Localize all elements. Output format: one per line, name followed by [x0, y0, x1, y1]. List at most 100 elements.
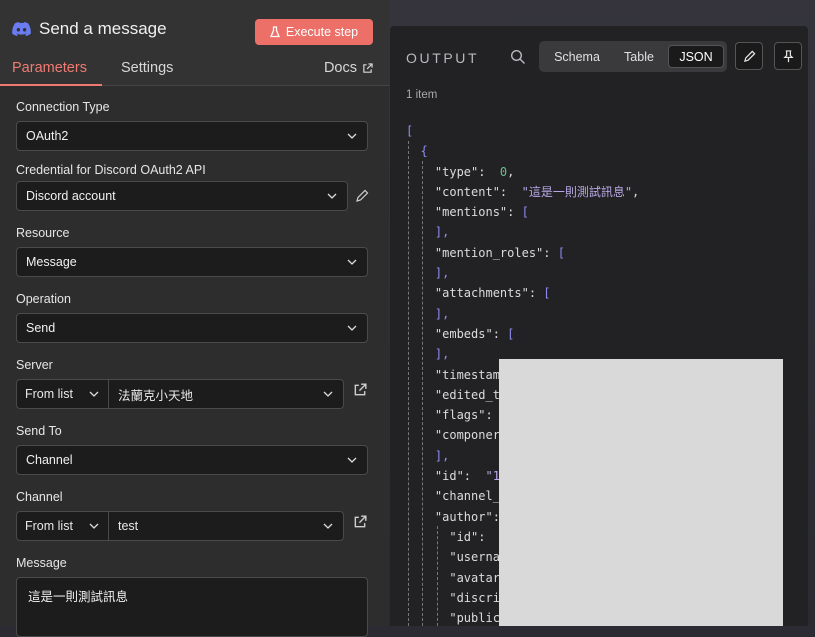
send-to-select[interactable]: Channel	[16, 445, 368, 475]
external-link-icon	[363, 62, 373, 73]
json-line: {	[406, 141, 639, 161]
json-line: "mention_roles": [	[406, 243, 639, 263]
json-line: ],	[406, 222, 639, 242]
chevron-down-icon	[347, 259, 357, 265]
json-key: "avatar	[406, 570, 500, 585]
json-punctuation: ,	[632, 184, 640, 199]
json-key	[406, 225, 435, 239]
channel-label: Channel	[16, 490, 63, 504]
node-title-row: Send a message	[12, 19, 167, 39]
channel-value: test	[118, 519, 139, 533]
pencil-icon	[743, 50, 755, 62]
json-line: "embeds": [	[406, 324, 639, 344]
json-key	[406, 347, 435, 361]
json-key: "discri	[406, 590, 500, 605]
edit-credential-icon[interactable]	[355, 189, 369, 203]
chevron-down-icon	[347, 325, 357, 331]
view-json-button[interactable]: JSON	[668, 45, 724, 68]
message-label: Message	[16, 556, 67, 570]
send-to-label: Send To	[16, 424, 62, 438]
pin-output-button[interactable]	[774, 42, 802, 70]
json-key	[406, 307, 435, 321]
output-view-toggle: Schema Table JSON	[539, 41, 727, 72]
json-line: "mentions": [	[406, 202, 639, 222]
json-key: "author":	[406, 509, 500, 524]
node-parameters-panel: Send a message Execute step Parameters S…	[0, 0, 389, 637]
view-table-button[interactable]: Table	[611, 45, 667, 68]
server-mode-value: From list	[25, 387, 73, 401]
tab-parameters[interactable]: Parameters	[12, 60, 87, 76]
json-key: "channel_	[406, 489, 500, 504]
operation-select[interactable]: Send	[16, 313, 368, 343]
message-textarea[interactable]: 這是一則測試訊息	[16, 577, 368, 637]
open-server-external-icon[interactable]	[353, 383, 367, 397]
chevron-down-icon	[347, 133, 357, 139]
json-punctuation: ,	[507, 164, 515, 179]
json-key: "public	[406, 611, 500, 626]
json-line: ],	[406, 263, 639, 283]
json-value: [	[543, 286, 551, 301]
edit-output-button[interactable]	[735, 42, 763, 70]
channel-value-select[interactable]: test	[109, 512, 343, 540]
chevron-down-icon	[323, 391, 333, 397]
resource-select[interactable]: Message	[16, 247, 368, 277]
json-key: "embeds":	[406, 326, 508, 341]
operation-label: Operation	[16, 292, 71, 306]
open-channel-external-icon[interactable]	[353, 515, 367, 529]
redaction-overlay	[499, 359, 783, 626]
flask-icon	[269, 26, 280, 38]
json-value: "這是一則測試訊息"	[521, 184, 633, 199]
json-key: [	[406, 124, 414, 138]
chevron-down-icon	[323, 523, 333, 529]
json-key	[406, 449, 435, 463]
server-value-select[interactable]: 法蘭克小天地	[109, 380, 343, 408]
output-title: OUTPUT	[406, 50, 480, 66]
node-header: Send a message Execute step Parameters S…	[0, 0, 389, 86]
json-key: "id":	[406, 529, 500, 544]
server-mode-select[interactable]: From list	[17, 380, 109, 408]
json-value: ],	[434, 347, 450, 362]
json-key: "attachments":	[406, 286, 544, 301]
message-value: 這是一則測試訊息	[28, 590, 129, 604]
json-key: "edited_t	[406, 387, 500, 402]
credential-select[interactable]: Discord account	[16, 181, 348, 211]
json-key: "id":	[406, 469, 486, 484]
json-value: ],	[434, 306, 450, 321]
send-to-value: Channel	[26, 453, 73, 467]
docs-label: Docs	[323, 60, 357, 76]
credential-label: Credential for Discord OAuth2 API	[16, 163, 206, 177]
json-key: "mentions":	[406, 205, 522, 220]
json-line: "content": "這是一則測試訊息",	[406, 182, 639, 202]
discord-icon	[12, 22, 31, 36]
node-title: Send a message	[39, 19, 167, 38]
channel-mode-select[interactable]: From list	[17, 512, 109, 540]
json-value: ],	[434, 225, 450, 240]
search-icon[interactable]	[510, 49, 526, 65]
channel-resource-locator: From list test	[16, 511, 344, 541]
resource-label: Resource	[16, 226, 70, 240]
channel-mode-value: From list	[25, 519, 73, 533]
credential-value: Discord account	[26, 189, 116, 203]
json-key: "componer	[406, 428, 500, 443]
execute-step-button[interactable]: Execute step	[255, 19, 373, 45]
connection-type-select[interactable]: OAuth2	[16, 121, 368, 151]
json-key	[406, 266, 435, 280]
server-label: Server	[16, 358, 53, 372]
operation-value: Send	[26, 321, 56, 335]
json-key: "timestam	[406, 367, 500, 382]
json-key: "type":	[406, 164, 500, 179]
json-value: [	[507, 326, 515, 341]
view-schema-button[interactable]: Schema	[543, 45, 611, 68]
chevron-down-icon	[347, 457, 357, 463]
server-value: 法蘭克小天地	[118, 388, 194, 403]
json-key: "flags":	[406, 408, 500, 423]
pin-icon	[782, 49, 794, 62]
node-tabs: Parameters Settings Docs	[0, 58, 389, 86]
json-value: ],	[434, 448, 450, 463]
active-tab-underline	[0, 84, 102, 86]
server-resource-locator: From list 法蘭克小天地	[16, 379, 344, 409]
json-key: "userna	[406, 550, 500, 565]
docs-link[interactable]: Docs	[324, 60, 373, 76]
tab-settings[interactable]: Settings	[121, 60, 173, 76]
chevron-down-icon	[89, 391, 99, 397]
